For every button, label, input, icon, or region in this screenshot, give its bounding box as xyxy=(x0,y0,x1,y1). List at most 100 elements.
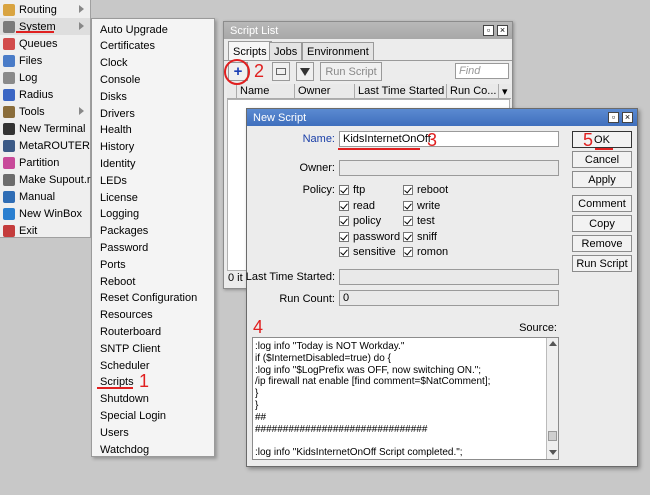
submenu-item-history[interactable]: History xyxy=(93,139,213,156)
annotation-2: 2 xyxy=(254,61,265,81)
run-script-button[interactable]: Run Script xyxy=(572,255,632,272)
submenu-item-license[interactable]: License xyxy=(93,189,213,206)
name-field[interactable]: KidsInternetOnOff xyxy=(339,131,559,147)
policy-write-checkbox[interactable]: write xyxy=(403,200,440,212)
ok-button[interactable]: OK xyxy=(572,131,632,148)
submenu-item-scheduler[interactable]: Scheduler xyxy=(93,357,213,374)
close-icon[interactable]: × xyxy=(497,25,508,36)
sidebar-item-manual[interactable]: Manual xyxy=(0,188,90,205)
col-run-count[interactable]: Run Co... xyxy=(447,84,499,99)
scroll-down-icon[interactable] xyxy=(549,450,557,455)
submenu-item-certificates[interactable]: Certificates xyxy=(93,38,213,55)
sidebar-item-partition[interactable]: Partition xyxy=(0,154,90,171)
submenu-item-disks[interactable]: Disks xyxy=(93,88,213,105)
submenu-item-reboot[interactable]: Reboot xyxy=(93,273,213,290)
col-name[interactable]: Name xyxy=(237,84,295,99)
submenu-item-sntp-client[interactable]: SNTP Client xyxy=(93,340,213,357)
submenu-item-password[interactable]: Password xyxy=(93,239,213,256)
script-list-titlebar[interactable]: Script List ▫ × xyxy=(224,22,512,39)
checkbox-checked-icon[interactable] xyxy=(403,185,413,195)
submenu-arrow-icon xyxy=(79,22,84,30)
last-started-field xyxy=(339,269,559,285)
scroll-thumb[interactable] xyxy=(548,431,557,441)
submenu-item-identity[interactable]: Identity xyxy=(93,155,213,172)
checkbox-checked-icon[interactable] xyxy=(339,247,349,257)
sidebar-item-metarouter[interactable]: MetaROUTER xyxy=(0,137,90,154)
submenu-item-health[interactable]: Health xyxy=(93,122,213,139)
source-line: } xyxy=(255,388,259,400)
scroll-up-icon[interactable] xyxy=(549,341,557,346)
sidebar-item-queues[interactable]: Queues xyxy=(0,35,90,52)
submenu-item-clock[interactable]: Clock xyxy=(93,55,213,72)
new-script-titlebar[interactable]: New Script ▫ × xyxy=(247,109,637,126)
remove-button[interactable]: Remove xyxy=(572,235,632,252)
tab-environment[interactable]: Environment xyxy=(302,42,374,60)
checkbox-checked-icon[interactable] xyxy=(403,247,413,257)
submenu-item-resources[interactable]: Resources xyxy=(93,307,213,324)
find-input[interactable]: Find xyxy=(455,63,509,79)
submenu-item-packages[interactable]: Packages xyxy=(93,223,213,240)
policy-reboot-checkbox[interactable]: reboot xyxy=(403,184,448,196)
checkbox-checked-icon[interactable] xyxy=(403,231,413,242)
tab-jobs[interactable]: Jobs xyxy=(269,42,303,60)
source-editor[interactable]: :log info "Today is NOT Workday." if ($In… xyxy=(252,337,559,460)
submenu-item-special-login[interactable]: Special Login xyxy=(93,407,213,424)
checkbox-checked-icon[interactable] xyxy=(339,216,349,226)
policy-test-checkbox[interactable]: test xyxy=(403,215,435,227)
submenu-item-shutdown[interactable]: Shutdown xyxy=(93,391,213,408)
submenu-item-auto-upgrade[interactable]: Auto Upgrade xyxy=(93,21,213,38)
column-chooser-icon[interactable]: ▾ xyxy=(499,84,511,99)
sidebar-item-log[interactable]: Log xyxy=(0,69,90,86)
restore-icon[interactable]: ▫ xyxy=(483,25,494,36)
new-script-title: New Script xyxy=(253,111,307,124)
sidebar-item-tools[interactable]: Tools xyxy=(0,103,90,120)
checkbox-checked-icon[interactable] xyxy=(339,200,349,211)
submenu-item-drivers[interactable]: Drivers xyxy=(93,105,213,122)
checkbox-checked-icon[interactable] xyxy=(403,216,413,226)
comment-button[interactable] xyxy=(272,62,290,81)
sidebar-item-exit[interactable]: Exit xyxy=(0,222,90,239)
close-icon[interactable]: × xyxy=(622,112,633,123)
sidebar-item-routing[interactable]: Routing xyxy=(0,1,90,18)
apply-button[interactable]: Apply xyxy=(572,171,632,188)
exit-icon xyxy=(3,224,15,237)
policy-ftp-checkbox[interactable]: ftp xyxy=(339,184,365,196)
filter-button[interactable] xyxy=(296,62,314,81)
policy-policy-checkbox[interactable]: policy xyxy=(339,215,381,227)
sidebar-item-new-terminal[interactable]: New Terminal xyxy=(0,120,90,137)
log-icon xyxy=(3,71,15,84)
checkbox-checked-icon[interactable] xyxy=(339,185,349,195)
run-count-field: 0 xyxy=(339,290,559,306)
col-last-started[interactable]: Last Time Started xyxy=(355,84,447,99)
copy-button[interactable]: Copy xyxy=(572,215,632,232)
col-owner[interactable]: Owner xyxy=(295,84,355,99)
policy-romon-checkbox[interactable]: romon xyxy=(403,246,448,258)
submenu-item-watchdog[interactable]: Watchdog xyxy=(93,441,213,458)
sidebar-item-make-supout-rif[interactable]: Make Supout.rif xyxy=(0,171,96,188)
submenu-item-logging[interactable]: Logging xyxy=(93,206,213,223)
submenu-item-ports[interactable]: Ports xyxy=(93,256,213,273)
restore-icon[interactable]: ▫ xyxy=(608,112,619,123)
source-scrollbar[interactable] xyxy=(546,338,558,459)
policy-read-checkbox[interactable]: read xyxy=(339,200,375,212)
checkbox-checked-icon[interactable] xyxy=(403,200,413,211)
policy-sniff-checkbox[interactable]: sniff xyxy=(403,231,437,243)
policy-sensitive-checkbox[interactable]: sensitive xyxy=(339,246,396,258)
submenu-item-routerboard[interactable]: Routerboard xyxy=(93,323,213,340)
tab-scripts[interactable]: Scripts xyxy=(228,41,272,61)
submenu-item-users[interactable]: Users xyxy=(93,424,213,441)
policy-password-checkbox[interactable]: password xyxy=(339,231,400,243)
col-flag[interactable] xyxy=(227,84,237,99)
owner-field[interactable] xyxy=(339,160,559,176)
submenu-item-reset-configuration[interactable]: Reset Configuration xyxy=(93,290,213,307)
run-script-toolbar-button[interactable]: Run Script xyxy=(320,62,382,81)
sidebar-item-files[interactable]: Files xyxy=(0,52,90,69)
sidebar-item-radius[interactable]: Radius xyxy=(0,86,90,103)
checkbox-checked-icon[interactable] xyxy=(339,231,349,242)
submenu-item-console[interactable]: Console xyxy=(93,71,213,88)
submenu-item-leds[interactable]: LEDs xyxy=(93,172,213,189)
sidebar-item-label: Partition xyxy=(19,156,60,169)
comment-button[interactable]: Comment xyxy=(572,195,632,212)
sidebar-item-new-winbox[interactable]: New WinBox xyxy=(0,205,90,222)
cancel-button[interactable]: Cancel xyxy=(572,151,632,168)
